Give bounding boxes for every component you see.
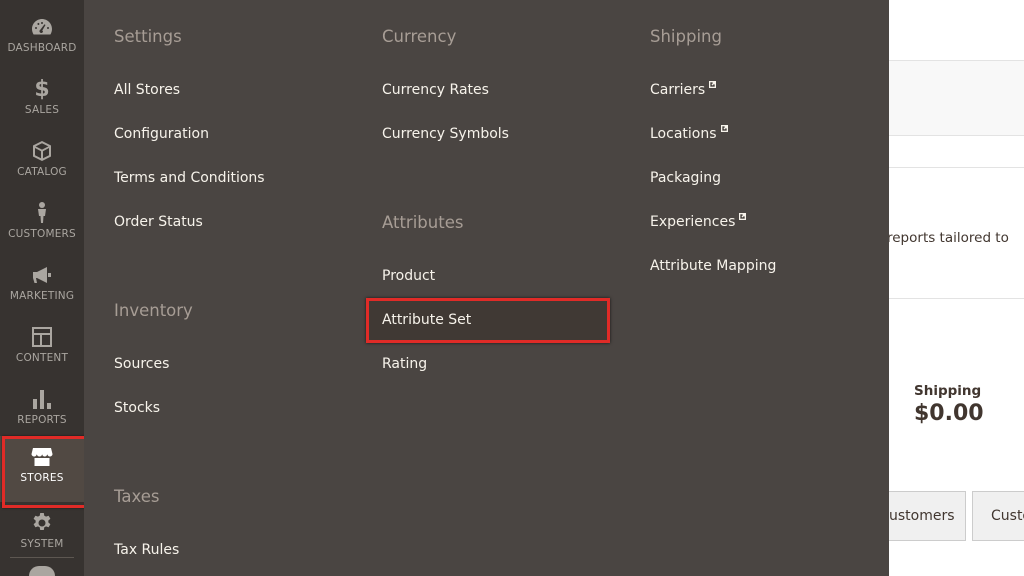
nav-item-customers[interactable]: CUSTOMERS [0,196,84,258]
section-title-shipping: Shipping [650,27,722,46]
section-title-settings: Settings [114,27,182,46]
nav-item-reports[interactable]: REPORTS [0,382,84,444]
partner-icon [29,566,55,576]
section-title-currency: Currency [382,27,457,46]
nav-label: SYSTEM [20,538,64,550]
menu-link-label: Locations [650,126,717,142]
external-link-icon [720,125,728,132]
nav-label: CUSTOMERS [8,228,76,240]
catalog-box-icon [29,138,55,164]
menu-link-currency-symbols[interactable]: Currency Symbols [382,124,509,144]
menu-link-terms-and-conditions[interactable]: Terms and Conditions [114,168,265,188]
section-title-attributes: Attributes [382,213,464,232]
nav-item-marketing[interactable]: MARKETING [0,258,84,320]
menu-link-locations[interactable]: Locations [650,124,728,144]
nav-label: CATALOG [17,166,67,178]
menu-link-label: Experiences [650,214,736,230]
customer-person-icon [29,200,55,226]
nav-item-catalog[interactable]: CATALOG [0,134,84,196]
gear-icon [29,510,55,536]
nav-item-sales[interactable]: $ SALES [0,72,84,134]
storefront-icon [29,444,55,470]
menu-link-currency-rates[interactable]: Currency Rates [382,80,489,100]
shipping-total-value: $0.00 [914,401,984,426]
menu-link-product[interactable]: Product [382,266,435,286]
background-intro-text: reports tailored to [887,230,1009,246]
nav-label: CONTENT [15,352,69,364]
admin-sidebar: DASHBOARD $ SALES CATALOG CUSTOMERS MARK… [0,0,88,576]
megaphone-icon [29,262,55,288]
tab-customers-2[interactable]: Custo [972,491,1024,541]
nav-label: SALES [24,104,60,116]
nav-label: REPORTS [17,414,67,426]
menu-link-all-stores[interactable]: All Stores [114,80,180,100]
nav-item-content[interactable]: CONTENT [0,320,84,382]
dashboard-icon [29,14,55,40]
menu-link-sources[interactable]: Sources [114,354,169,374]
nav-item-stores[interactable]: STORES [0,436,88,508]
nav-label: MARKETING [9,290,75,302]
menu-link-attribute-mapping[interactable]: Attribute Mapping [650,256,776,276]
menu-link-experiences[interactable]: Experiences [650,212,747,232]
menu-link-configuration[interactable]: Configuration [114,124,209,144]
menu-link-attribute-set[interactable]: Attribute Set [382,310,471,330]
menu-link-packaging[interactable]: Packaging [650,168,721,188]
dollar-icon: $ [34,76,50,102]
background-divider [889,298,1024,299]
menu-link-stocks[interactable]: Stocks [114,398,160,418]
layout-icon [29,324,55,350]
menu-link-rating[interactable]: Rating [382,354,427,374]
external-link-icon [739,213,747,220]
nav-item-system[interactable]: SYSTEM [0,506,84,568]
menu-link-tax-rules[interactable]: Tax Rules [114,540,179,560]
stores-submenu: Settings All Stores Configuration Terms … [84,0,889,576]
nav-label: DASHBOARD [7,42,77,54]
background-toolbar [889,60,1024,136]
background-divider [889,167,1024,168]
bar-chart-icon [29,386,55,412]
menu-link-label: Carriers [650,82,706,98]
external-link-icon [709,81,717,88]
menu-link-carriers[interactable]: Carriers [650,80,717,100]
menu-link-order-status[interactable]: Order Status [114,212,203,232]
nav-item-dashboard[interactable]: DASHBOARD [0,10,84,72]
nav-divider [10,557,74,558]
shipping-total-label: Shipping [914,383,982,399]
section-title-inventory: Inventory [114,301,193,320]
nav-label: STORES [20,472,64,484]
section-title-taxes: Taxes [114,487,160,506]
